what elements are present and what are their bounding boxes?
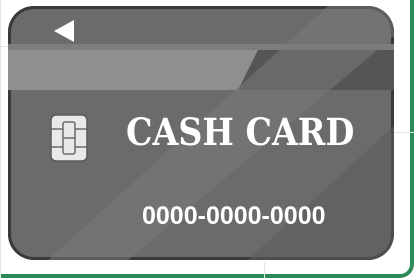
- grid-line: [0, 0, 1, 278]
- card-title: CASH CARD: [126, 110, 355, 154]
- grid-line: [264, 262, 265, 278]
- card-number: 0000-0000-0000: [142, 202, 326, 230]
- grid-line: [0, 46, 8, 47]
- grid-line: [394, 132, 414, 133]
- chip-icon: [50, 114, 88, 162]
- cash-card: CASH CARD 0000-0000-0000: [8, 6, 394, 260]
- back-arrow-icon[interactable]: [54, 20, 74, 42]
